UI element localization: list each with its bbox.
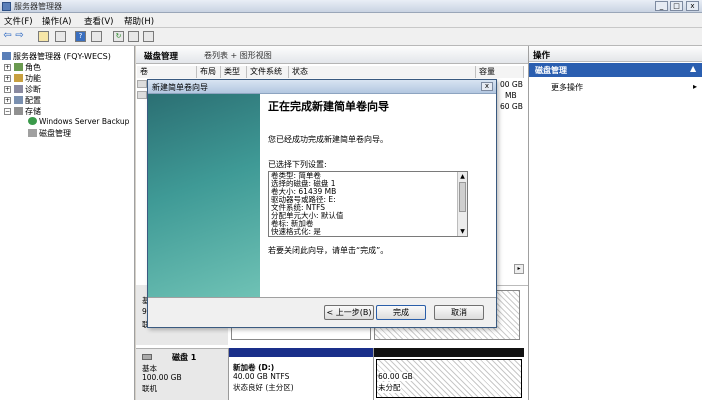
scroll-down-icon[interactable]: ▼ <box>458 227 467 236</box>
submenu-arrow-icon[interactable]: ▸ <box>693 82 697 91</box>
selected-settings-label: 已选择下列设置: <box>268 160 327 169</box>
col-capacity[interactable]: 容量 <box>476 66 524 78</box>
actions-section-disk-management[interactable]: 磁盘管理 ▲ <box>529 63 702 77</box>
tree-item-windows-server-backup[interactable]: Windows Server Backup <box>28 117 129 126</box>
menu-view[interactable]: 查看(V) <box>84 15 113 27</box>
unallocated-bar <box>374 348 524 357</box>
window-title: 服务器管理器 <box>14 2 62 11</box>
finish-button[interactable]: 完成 <box>376 305 426 320</box>
unallocated-status: 未分配 <box>378 382 401 393</box>
tree-root[interactable]: 服务器管理器 (FQY-WECS) <box>2 51 111 62</box>
scroll-thumb[interactable] <box>459 182 466 212</box>
tree-item-roles[interactable]: 角色 <box>14 62 41 73</box>
menu-bar: 文件(F) 操作(A) 查看(V) 帮助(H) <box>0 13 702 28</box>
properties-icon[interactable] <box>91 31 102 42</box>
close-hint: 若要关闭此向导，请单击“完成”。 <box>268 246 389 255</box>
forward-arrow-icon[interactable]: ⇨ <box>14 31 25 42</box>
storage-icon <box>14 107 23 115</box>
volume-row-icon <box>137 80 147 88</box>
col-type[interactable]: 类型 <box>221 66 247 78</box>
tree-item-storage[interactable]: 存储 <box>14 106 41 117</box>
actions-pane: 操作 磁盘管理 ▲ 更多操作 ▸ <box>528 46 702 400</box>
col-filesystem[interactable]: 文件系统 <box>247 66 289 78</box>
more-actions-link[interactable]: 更多操作 <box>551 82 583 93</box>
primary-partition-bar <box>229 348 374 357</box>
console-tree-icon[interactable] <box>55 31 66 42</box>
center-header: 磁盘管理 卷列表 + 图形视图 <box>136 46 528 64</box>
divider <box>148 297 496 298</box>
refresh-icon[interactable]: ↻ <box>113 31 124 42</box>
center-view-mode[interactable]: 卷列表 + 图形视图 <box>204 50 272 61</box>
menu-help[interactable]: 帮助(H) <box>124 15 154 27</box>
capacity-value: 00 GB <box>500 80 523 89</box>
disk1-size: 100.00 GB <box>142 373 182 382</box>
scroll-up-icon[interactable]: ▲ <box>458 172 467 181</box>
menu-file[interactable]: 文件(F) <box>4 15 33 27</box>
disk1-volume-d[interactable]: 新加卷 (D:) 40.00 GB NTFS 状态良好 (主分区) <box>228 348 374 400</box>
col-status[interactable]: 状态 <box>289 66 476 78</box>
close-window-button[interactable]: x <box>686 1 699 11</box>
configuration-icon <box>14 96 23 104</box>
scroll-right-icon[interactable]: ▸ <box>514 264 524 274</box>
summary-scrollbar[interactable]: ▲ ▼ <box>457 172 467 236</box>
roles-icon <box>14 63 23 71</box>
volume-d-status: 状态良好 (主分区) <box>233 383 294 392</box>
disk1-name: 磁盘 1 <box>172 353 197 362</box>
actions-section-title: 磁盘管理 <box>535 66 567 75</box>
window-titlebar: 服务器管理器 _ □ x <box>0 0 702 13</box>
volume-row-icon <box>137 91 147 99</box>
expand-configuration-icon[interactable]: + <box>4 97 11 104</box>
volume-d-size: 40.00 GB NTFS <box>233 372 290 381</box>
toolbar: ⇦ ⇨ ? ↻ <box>0 28 702 46</box>
disk-icon <box>142 354 152 360</box>
maximize-button[interactable]: □ <box>670 1 683 11</box>
settings-summary-box[interactable]: 卷类型: 简单卷 选择的磁盘: 磁盘 1 卷大小: 61439 MB 驱动器号或… <box>268 171 468 237</box>
wizard-heading: 正在完成新建简单卷向导 <box>268 100 389 113</box>
console-tree: 服务器管理器 (FQY-WECS) + 角色 + 功能 + 诊断 + 配置 − … <box>0 46 135 400</box>
unallocated-size: 60.00 GB <box>378 372 413 381</box>
disk1-unallocated[interactable]: 60.00 GB 未分配 <box>373 348 524 400</box>
minimize-button[interactable]: _ <box>655 1 668 11</box>
export-list-icon[interactable] <box>128 31 139 42</box>
wizard-intro: 您已经成功完成新建简单卷向导。 <box>268 135 388 144</box>
tree-item-diagnostics[interactable]: 诊断 <box>14 84 41 95</box>
wizard-close-button[interactable]: x <box>481 82 493 91</box>
folder-up-icon[interactable] <box>38 31 49 42</box>
back-button[interactable]: < 上一步(B) <box>324 305 374 320</box>
expand-features-icon[interactable]: + <box>4 75 11 82</box>
expand-roles-icon[interactable]: + <box>4 64 11 71</box>
menu-action[interactable]: 操作(A) <box>42 15 71 27</box>
wizard-title: 新建简单卷向导 <box>152 83 208 92</box>
collapse-up-icon[interactable]: ▲ <box>690 64 696 73</box>
expand-diagnostics-icon[interactable]: + <box>4 86 11 93</box>
capacity-value: MB <box>505 91 517 100</box>
tree-item-disk-management[interactable]: 磁盘管理 <box>28 128 71 139</box>
col-layout[interactable]: 布局 <box>197 66 221 78</box>
disk1-info[interactable]: 磁盘 1 基本 100.00 GB 联机 <box>136 348 228 400</box>
collapse-storage-icon[interactable]: − <box>4 108 11 115</box>
capacity-value: 60 GB <box>500 102 523 111</box>
actions-title: 操作 <box>533 51 551 61</box>
back-arrow-icon[interactable]: ⇦ <box>2 31 13 42</box>
disk1-status: 联机 <box>142 384 157 393</box>
backup-icon <box>28 117 37 125</box>
diagnostics-icon <box>14 85 23 93</box>
new-simple-volume-wizard: 新建简单卷向导 x 正在完成新建简单卷向导 您已经成功完成新建简单卷向导。 已选… <box>147 79 497 328</box>
check-icon[interactable] <box>143 31 154 42</box>
wizard-banner-image <box>148 94 260 297</box>
actions-header: 操作 <box>529 46 702 62</box>
help-icon[interactable]: ? <box>75 31 86 42</box>
disk-management-icon <box>28 129 37 137</box>
tree-item-features[interactable]: 功能 <box>14 73 41 84</box>
tree-item-configuration[interactable]: 配置 <box>14 95 41 106</box>
server-icon <box>2 52 11 60</box>
wizard-titlebar: 新建简单卷向导 x <box>148 80 496 94</box>
cancel-button[interactable]: 取消 <box>434 305 484 320</box>
setting-line: 快速格式化: 是 <box>271 227 321 236</box>
col-volume[interactable]: 卷 <box>137 66 197 78</box>
server-manager-icon <box>2 2 11 11</box>
center-title: 磁盘管理 <box>144 52 179 62</box>
features-icon <box>14 74 23 82</box>
